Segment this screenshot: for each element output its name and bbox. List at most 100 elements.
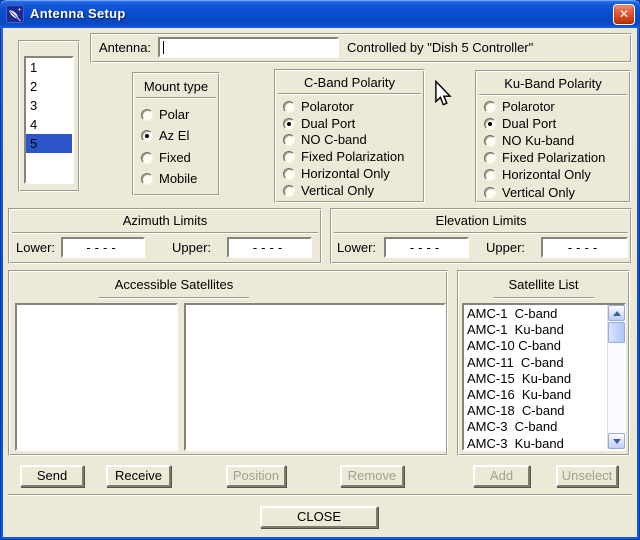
- accessible-satellites-group: Accessible Satellites: [8, 270, 448, 456]
- radio-icon-checked: [141, 129, 153, 142]
- satellite-item[interactable]: AMC-3 C-band: [464, 419, 606, 435]
- radio-option-c-fixed-polarization[interactable]: Fixed Polarization: [283, 149, 404, 164]
- list-item[interactable]: 2: [26, 77, 72, 96]
- list-item-selected[interactable]: 5: [26, 134, 72, 153]
- accessible-satellites-title: Accessible Satellites: [114, 277, 234, 292]
- satellite-listbox[interactable]: AMC-1 C-band AMC-1 Ku-band AMC-10 C-band…: [462, 303, 626, 451]
- elevation-upper-input[interactable]: ----: [541, 237, 628, 258]
- radio-option-c-dual-port[interactable]: Dual Port: [283, 116, 355, 131]
- add-button: Add: [473, 465, 530, 487]
- remove-button: Remove: [340, 465, 404, 487]
- scroll-up-button[interactable]: [608, 305, 625, 321]
- close-dialog-button[interactable]: CLOSE: [260, 506, 378, 528]
- radio-option-no-ku-band[interactable]: NO Ku-band: [484, 133, 574, 148]
- radio-icon: [141, 151, 153, 164]
- radio-icon: [484, 134, 496, 147]
- radio-option-fixed[interactable]: Fixed: [141, 150, 191, 165]
- radio-icon: [484, 186, 496, 199]
- satellite-list-scrollbar[interactable]: [607, 305, 625, 449]
- radio-label: Mobile: [159, 171, 198, 186]
- title-underline: [334, 232, 628, 234]
- antenna-number-listbox[interactable]: 1 2 3 4 5: [24, 56, 74, 184]
- radio-icon: [283, 184, 295, 197]
- radio-option-ku-polarotor[interactable]: Polarotor: [484, 99, 555, 114]
- azimuth-upper-input[interactable]: ----: [227, 237, 312, 258]
- radio-option-ku-fixed-polarization[interactable]: Fixed Polarization: [484, 150, 605, 165]
- list-item[interactable]: 1: [26, 58, 72, 77]
- radio-option-ku-dual-port[interactable]: Dual Port: [484, 116, 556, 131]
- radio-option-mobile[interactable]: Mobile: [141, 171, 197, 186]
- radio-label: NO Ku-band: [502, 133, 575, 148]
- radio-label: Dual Port: [502, 116, 557, 131]
- radio-label: Vertical Only: [301, 183, 374, 198]
- radio-option-az-el[interactable]: Az El: [141, 128, 189, 143]
- radio-option-polar[interactable]: Polar: [141, 107, 189, 122]
- radio-label: NO C-band: [301, 132, 367, 147]
- radio-option-no-c-band[interactable]: NO C-band: [283, 132, 367, 147]
- radio-label: Az El: [159, 128, 190, 143]
- satellite-item[interactable]: AMC-15 Ku-band: [464, 371, 606, 387]
- radio-icon: [283, 150, 295, 163]
- azimuth-lower-input[interactable]: ----: [61, 237, 145, 258]
- radio-label: Horizontal Only: [301, 166, 390, 181]
- dialog-body: 1 2 3 4 5 Antenna: Controlled by "Dish 5…: [3, 28, 637, 537]
- azimuth-lower-label: Lower:: [16, 240, 56, 255]
- elevation-upper-label: Upper:: [486, 240, 526, 255]
- radio-label: Fixed Polarization: [301, 149, 405, 164]
- bottom-separator: [8, 494, 632, 496]
- accessible-satellites-left-listbox[interactable]: [15, 303, 178, 451]
- close-window-button[interactable]: ✕: [613, 4, 635, 25]
- title-underline: [479, 94, 627, 96]
- c-band-title: C-Band Polarity: [303, 75, 396, 90]
- azimuth-limits-group: Azimuth Limits Lower: ---- Upper: ----: [8, 208, 322, 264]
- radio-icon-checked: [484, 117, 496, 130]
- radio-icon: [484, 168, 496, 181]
- accessible-satellites-right-listbox[interactable]: [184, 303, 446, 451]
- elevation-lower-label: Lower:: [337, 240, 377, 255]
- satellite-item[interactable]: AMC-11 C-band: [464, 355, 606, 371]
- radio-icon: [484, 100, 496, 113]
- window-title: Antenna Setup: [30, 6, 126, 21]
- scroll-down-button[interactable]: [608, 433, 625, 449]
- satellite-item[interactable]: AMC-18 C-band: [464, 403, 606, 419]
- radio-option-ku-horizontal-only[interactable]: Horizontal Only: [484, 167, 591, 182]
- scroll-thumb[interactable]: [608, 322, 625, 343]
- radio-option-c-horizontal-only[interactable]: Horizontal Only: [283, 166, 390, 181]
- radio-label: Dual Port: [301, 116, 356, 131]
- list-item[interactable]: 3: [26, 96, 72, 115]
- radio-icon: [141, 172, 153, 185]
- satellite-list-group: Satellite List AMC-1 C-band AMC-1 Ku-ban…: [457, 270, 630, 456]
- text-caret: [163, 41, 164, 54]
- radio-label: Horizontal Only: [502, 167, 591, 182]
- satellite-item[interactable]: AMC-3 Ku-band: [464, 436, 606, 452]
- receive-button[interactable]: Receive: [106, 465, 171, 487]
- satellite-item[interactable]: AMC-10 C-band: [464, 338, 606, 354]
- radio-icon-checked: [283, 117, 295, 130]
- azimuth-upper-value: ----: [252, 240, 287, 255]
- down-arrow-icon: [613, 439, 621, 444]
- antenna-name-input[interactable]: [158, 37, 339, 58]
- radio-label: Polar: [159, 107, 190, 122]
- title-underline: [12, 232, 318, 234]
- send-button[interactable]: Send: [20, 465, 84, 487]
- satellite-item[interactable]: AMC-1 C-band: [464, 306, 606, 322]
- azimuth-limits-title: Azimuth Limits: [122, 213, 208, 228]
- radio-label: Polarotor: [502, 99, 555, 114]
- elevation-lower-input[interactable]: ----: [384, 237, 469, 258]
- radio-option-c-vertical-only[interactable]: Vertical Only: [283, 183, 374, 198]
- antenna-setup-dialog: Antenna Setup ✕ 1 2 3 4 5 Antenna: Contr…: [0, 0, 640, 540]
- radio-label: Fixed Polarization: [502, 150, 606, 165]
- ku-band-title: Ku-Band Polarity: [504, 76, 602, 91]
- satellite-list-title: Satellite List: [508, 277, 579, 292]
- elevation-lower-value: ----: [409, 240, 444, 255]
- list-item[interactable]: 4: [26, 115, 72, 134]
- radio-option-ku-vertical-only[interactable]: Vertical Only: [484, 185, 575, 200]
- satellite-item[interactable]: AMC-1 Ku-band: [464, 322, 606, 338]
- radio-option-c-polarotor[interactable]: Polarotor: [283, 99, 354, 114]
- elevation-limits-group: Elevation Limits Lower: ---- Upper: ----: [330, 208, 632, 264]
- titlebar[interactable]: Antenna Setup ✕: [0, 0, 640, 28]
- radio-label: Fixed: [159, 150, 191, 165]
- title-underline: [494, 297, 594, 299]
- antenna-number-panel: 1 2 3 4 5: [18, 40, 80, 192]
- satellite-item[interactable]: AMC-16 Ku-band: [464, 387, 606, 403]
